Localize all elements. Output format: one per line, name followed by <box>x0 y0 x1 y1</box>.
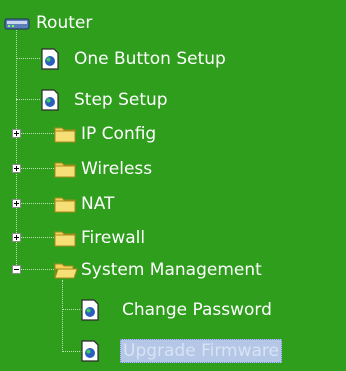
tree-item-label: System Management <box>81 260 262 280</box>
page-icon <box>41 89 59 111</box>
folder-icon <box>54 162 76 178</box>
tree-guide-line <box>20 237 54 238</box>
tree-item-firewall[interactable]: Firewall <box>54 225 145 251</box>
router-icon <box>4 18 30 30</box>
folder-icon <box>54 197 76 213</box>
tree-guide-line <box>62 351 82 352</box>
folder-icon <box>54 127 76 143</box>
open-folder-icon <box>54 263 78 279</box>
folder-icon <box>54 231 76 247</box>
tree-item-label: NAT <box>81 194 115 214</box>
tree-item-label-selected: Upgrade Firmware <box>120 339 282 363</box>
tree-item-nat[interactable]: NAT <box>54 191 114 217</box>
tree-item-step-setup[interactable]: Step Setup <box>40 87 168 113</box>
tree-item-change-password[interactable]: Change Password <box>80 297 272 323</box>
tree-guide-line <box>20 269 54 270</box>
expand-icon[interactable] <box>12 129 21 138</box>
page-icon <box>81 340 99 362</box>
tree-item-label: Router <box>36 13 93 33</box>
tree-item-upgrade-firmware[interactable]: Upgrade Firmware <box>80 338 282 364</box>
expand-icon[interactable] <box>12 164 21 173</box>
tree-item-system-management[interactable]: System Management <box>54 257 262 283</box>
tree-guide-line <box>62 309 82 310</box>
tree-item-label: One Button Setup <box>74 49 226 69</box>
page-icon <box>81 299 99 321</box>
navigation-tree: Router One Button Setup Step Setup IP Co… <box>0 0 346 371</box>
tree-item-wireless[interactable]: Wireless <box>54 156 152 182</box>
tree-guide-line <box>20 203 54 204</box>
expand-icon[interactable] <box>12 199 21 208</box>
page-icon <box>41 48 59 70</box>
tree-guide-line <box>16 99 40 100</box>
expand-icon[interactable] <box>12 233 21 242</box>
tree-guide-line <box>20 168 54 169</box>
tree-guide-line <box>62 280 63 352</box>
tree-item-one-button-setup[interactable]: One Button Setup <box>40 46 226 72</box>
tree-item-router[interactable]: Router <box>2 10 92 36</box>
tree-item-label: Firewall <box>81 228 146 248</box>
collapse-icon[interactable] <box>12 265 21 274</box>
tree-item-ip-config[interactable]: IP Config <box>54 121 156 147</box>
tree-guide-line <box>16 30 17 267</box>
tree-guide-line <box>20 133 54 134</box>
tree-item-label: Step Setup <box>74 90 168 110</box>
tree-item-label: Change Password <box>122 300 272 320</box>
tree-item-label: Wireless <box>81 159 153 179</box>
tree-guide-line <box>16 58 40 59</box>
tree-item-label: IP Config <box>81 124 157 144</box>
